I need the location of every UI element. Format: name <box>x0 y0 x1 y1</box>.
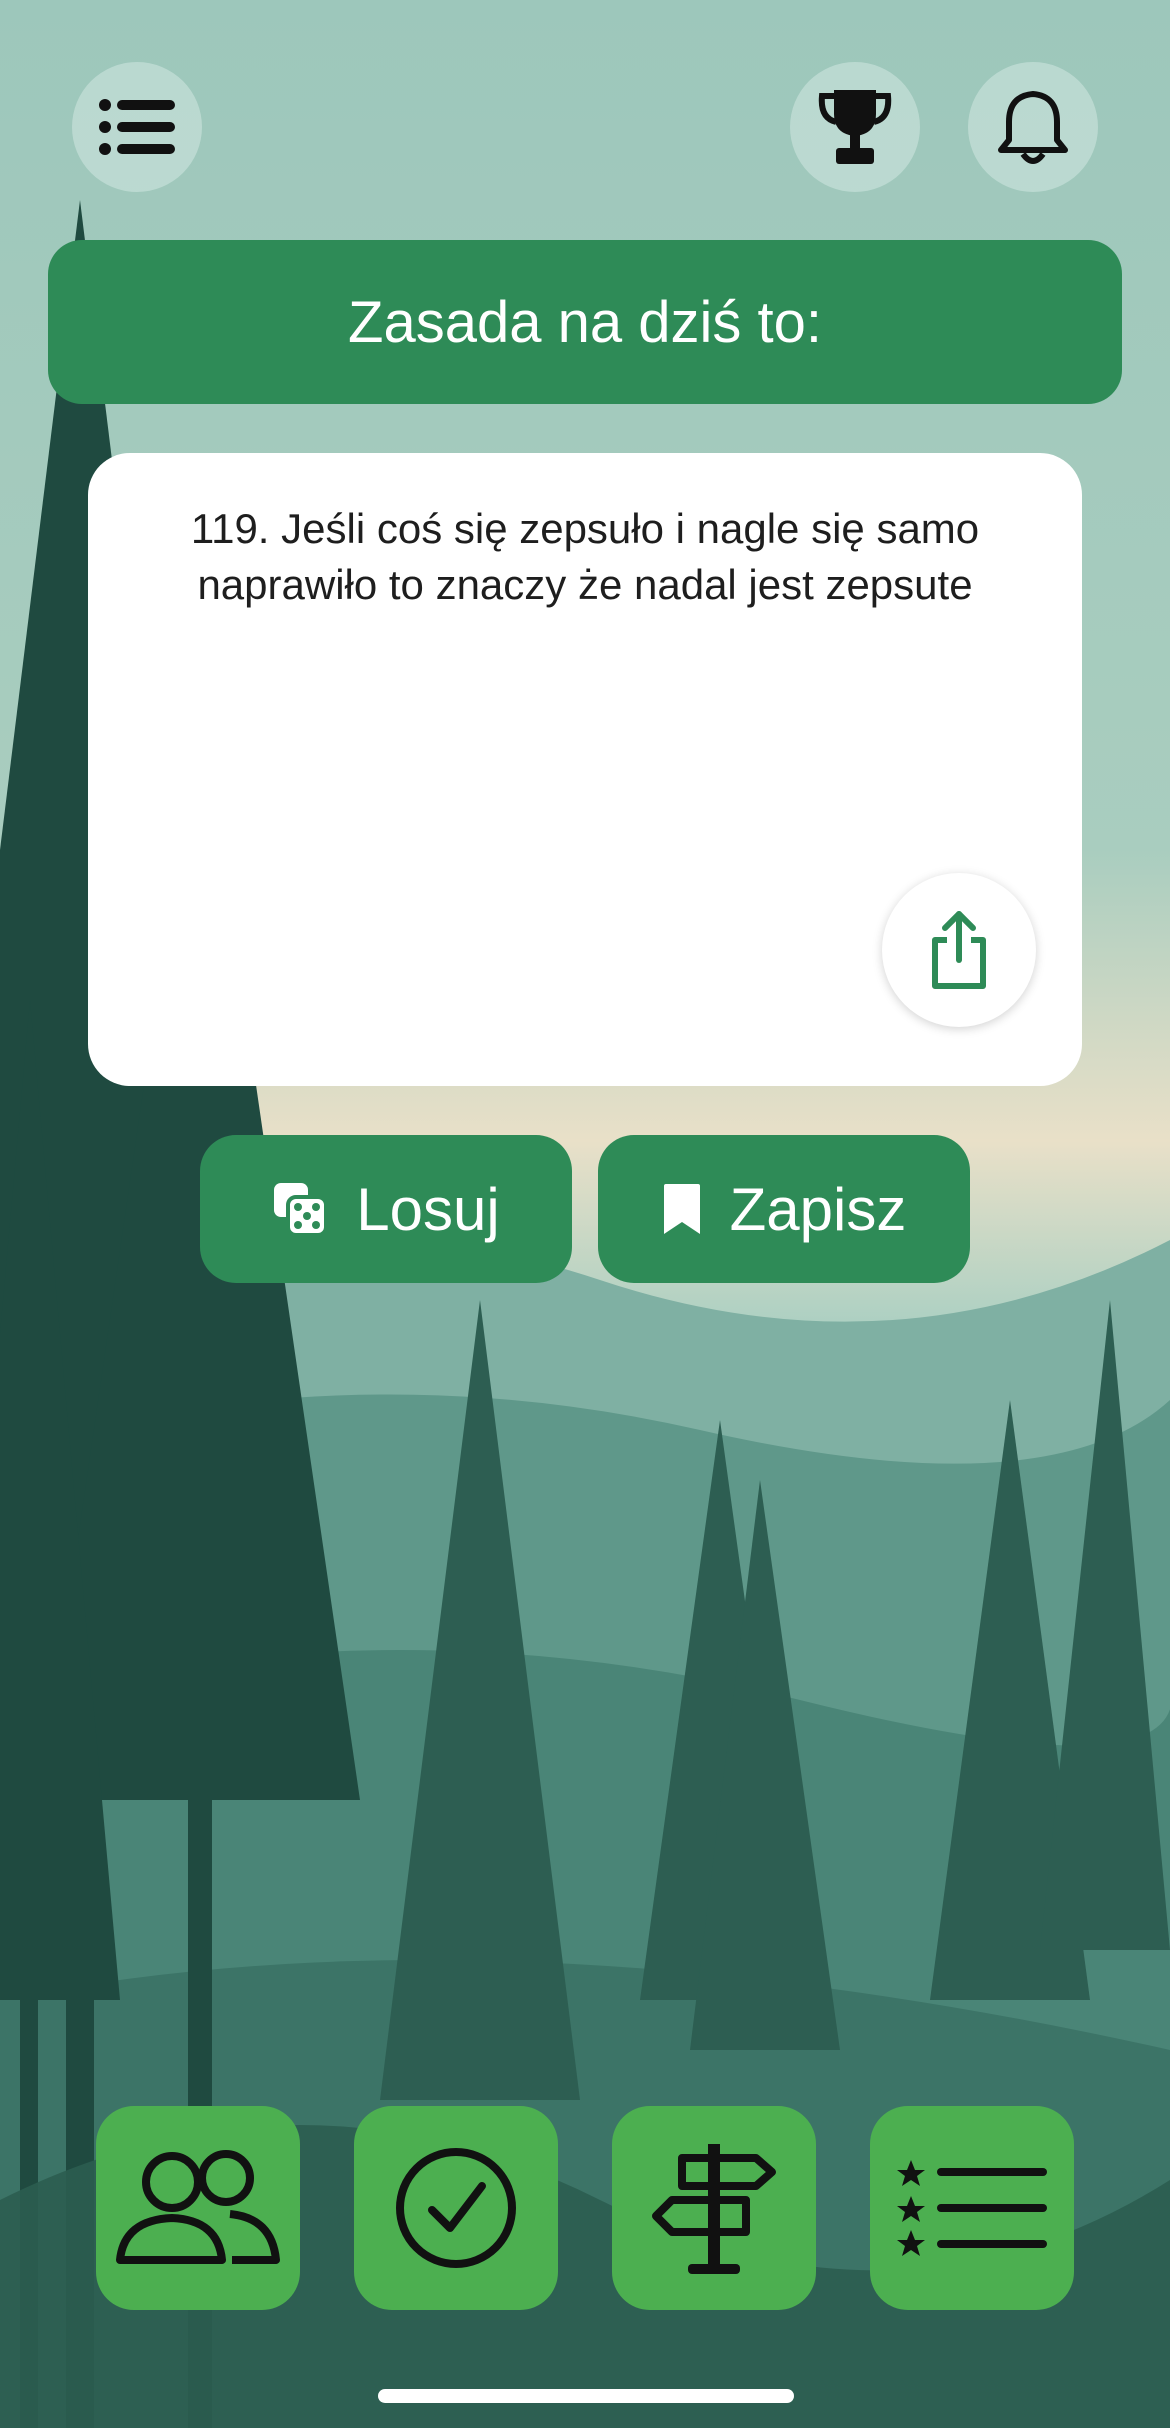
rule-text: 119. Jeśli coś się zepsuło i nagle się s… <box>190 505 980 608</box>
nav-completed-button[interactable] <box>354 2106 558 2310</box>
share-button[interactable] <box>882 873 1036 1027</box>
check-circle-icon <box>396 2148 516 2268</box>
save-rule-button[interactable]: Zapisz <box>598 1135 970 1283</box>
list-menu-icon <box>99 99 175 155</box>
rule-of-the-day-banner: Zasada na dziś to: <box>48 240 1122 404</box>
random-button-label: Losuj <box>356 1175 500 1243</box>
save-button-label: Zapisz <box>729 1175 907 1243</box>
nav-explore-button[interactable] <box>612 2106 816 2310</box>
banner-title: Zasada na dziś to: <box>348 289 822 355</box>
trophy-button[interactable] <box>790 62 920 192</box>
nav-rules-list-button[interactable] <box>870 2106 1074 2310</box>
home-indicator <box>378 2389 794 2403</box>
nav-community-button[interactable] <box>96 2106 300 2310</box>
starred-list-icon <box>897 2160 1047 2256</box>
rule-card: 119. Jeśli coś się zepsuło i nagle się s… <box>88 453 1082 1086</box>
random-rule-button[interactable]: Losuj <box>200 1135 572 1283</box>
signpost-icon <box>652 2144 776 2274</box>
share-icon <box>932 911 986 989</box>
bookmark-icon <box>663 1184 700 1234</box>
notifications-button[interactable] <box>968 62 1098 192</box>
dice-icon <box>274 1183 329 1237</box>
bell-icon <box>998 91 1068 164</box>
people-icon <box>116 2150 280 2264</box>
menu-button[interactable] <box>72 62 202 192</box>
trophy-icon <box>818 90 892 164</box>
